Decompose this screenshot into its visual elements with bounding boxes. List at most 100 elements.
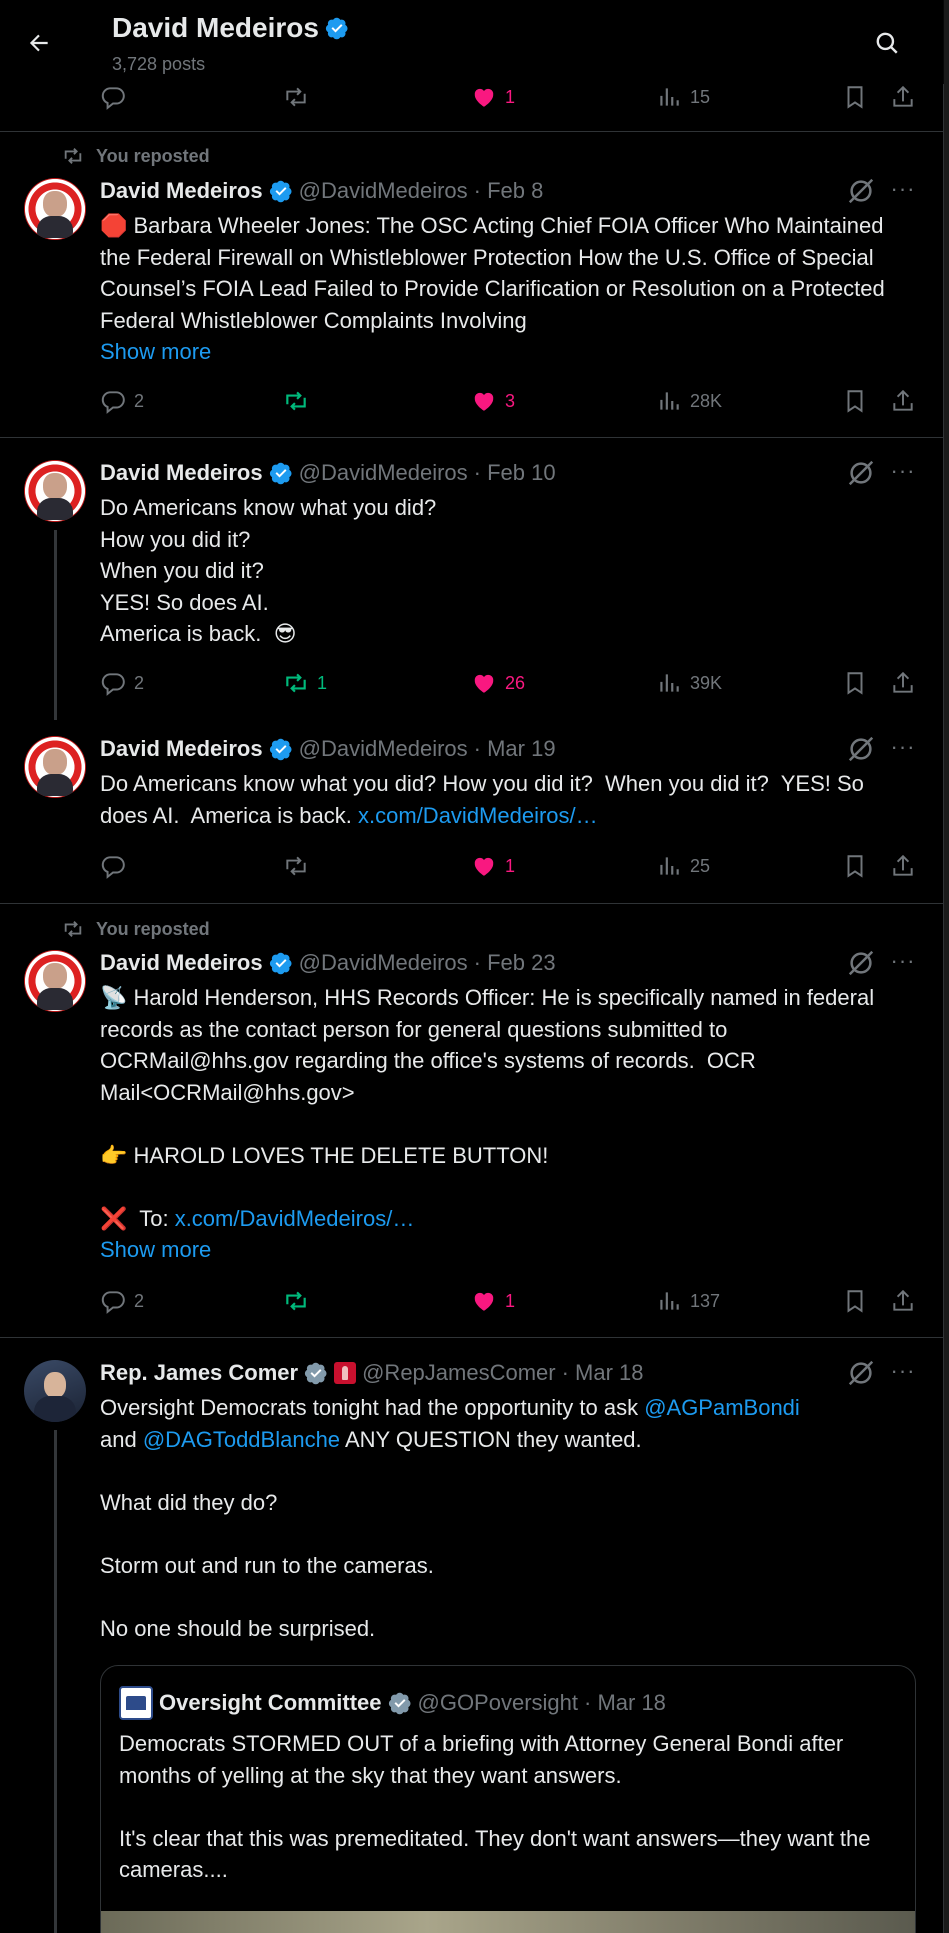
- more-options-icon[interactable]: ···: [888, 456, 918, 486]
- avatar[interactable]: [24, 950, 86, 1012]
- author-handle[interactable]: @DavidMedeiros: [299, 460, 468, 486]
- author-name[interactable]: David Medeiros: [100, 950, 263, 976]
- repost-icon: [286, 856, 306, 876]
- post-date[interactable]: · Feb 23: [474, 950, 556, 976]
- bookmark-button[interactable]: [842, 1288, 868, 1314]
- back-button[interactable]: [18, 22, 60, 64]
- share-icon: [893, 1289, 913, 1311]
- share-button[interactable]: [890, 1288, 916, 1314]
- posts-count: 3,728 posts: [112, 54, 206, 74]
- reply-button[interactable]: 2: [100, 670, 144, 696]
- mention-link[interactable]: @DAGToddBlanche: [143, 1427, 340, 1452]
- mention-link[interactable]: @AGPamBondi: [644, 1395, 800, 1420]
- share-icon: [893, 671, 913, 693]
- post-link[interactable]: x.com/DavidMedeiros/…: [175, 1206, 415, 1231]
- repost-button[interactable]: [283, 388, 317, 414]
- bookmark-icon: [847, 86, 863, 109]
- like-button[interactable]: 1: [471, 853, 515, 879]
- verified-badge-icon: [269, 738, 292, 761]
- more-options-icon[interactable]: ···: [888, 946, 918, 976]
- avatar[interactable]: [24, 1360, 86, 1422]
- action-bar: 2 1 26 39K: [100, 670, 920, 700]
- scrollbar[interactable]: [944, 0, 949, 1933]
- share-button[interactable]: [890, 388, 916, 414]
- like-button[interactable]: 3: [471, 388, 515, 414]
- like-button[interactable]: 26: [471, 670, 525, 696]
- author-handle[interactable]: @RepJamesComer: [362, 1360, 556, 1386]
- post-card[interactable]: You reposted David Medeiros @DavidMedeir…: [0, 132, 944, 438]
- search-button[interactable]: [866, 22, 908, 64]
- post-card[interactable]: David Medeiros @DavidMedeiros · Feb 10 ·…: [0, 438, 944, 720]
- post-date[interactable]: · Mar 19: [474, 736, 556, 762]
- repost-icon: [64, 921, 82, 937]
- repost-label: You reposted: [96, 918, 210, 939]
- author-handle[interactable]: @DavidMedeiros: [299, 950, 468, 976]
- post-text: 📡 Harold Henderson, HHS Records Officer:…: [100, 982, 915, 1266]
- bookmark-button[interactable]: [842, 84, 868, 110]
- like-count: 1: [505, 855, 516, 876]
- bookmark-button[interactable]: [842, 670, 868, 696]
- avatar[interactable]: [24, 178, 86, 240]
- views-button[interactable]: 25: [656, 853, 710, 879]
- share-button[interactable]: [890, 670, 916, 696]
- views-button[interactable]: 137: [656, 1288, 720, 1314]
- share-icon: [893, 389, 913, 411]
- author-name[interactable]: David Medeiros: [100, 178, 263, 204]
- avatar[interactable]: [24, 736, 86, 798]
- reply-button[interactable]: [100, 84, 134, 110]
- grok-icon[interactable]: [846, 1358, 876, 1388]
- post-header: David Medeiros @DavidMedeiros · Feb 10: [100, 460, 556, 486]
- post-date[interactable]: · Feb 10: [474, 460, 556, 486]
- author-handle[interactable]: @DavidMedeiros: [299, 178, 468, 204]
- repost-button[interactable]: [283, 1288, 317, 1314]
- post-date[interactable]: · Feb 8: [474, 178, 544, 204]
- share-button[interactable]: [890, 853, 916, 879]
- views-button[interactable]: 39K: [656, 670, 722, 696]
- reply-button[interactable]: 2: [100, 388, 144, 414]
- share-button[interactable]: [890, 84, 916, 110]
- more-options-icon[interactable]: ···: [888, 1356, 918, 1386]
- show-more-link[interactable]: Show more: [100, 339, 211, 364]
- views-count: 137: [690, 1290, 721, 1311]
- bookmark-button[interactable]: [842, 388, 868, 414]
- post-date[interactable]: · Mar 18: [562, 1360, 644, 1386]
- grok-icon[interactable]: [846, 948, 876, 978]
- post-body: 🛑 Barbara Wheeler Jones: The OSC Acting …: [100, 213, 891, 333]
- author-name[interactable]: David Medeiros: [100, 460, 263, 486]
- author-name[interactable]: Rep. James Comer: [100, 1360, 298, 1386]
- repost-button[interactable]: 1: [283, 670, 327, 696]
- heart-icon: [474, 857, 494, 876]
- bookmark-icon: [847, 390, 863, 413]
- views-count: 28K: [690, 390, 723, 411]
- post-link[interactable]: x.com/DavidMedeiros/…: [358, 803, 598, 828]
- repost-button[interactable]: [283, 84, 317, 110]
- post-body: 📡 Harold Henderson, HHS Records Officer:…: [100, 985, 875, 1231]
- bookmark-button[interactable]: [842, 853, 868, 879]
- avatar[interactable]: [24, 460, 86, 522]
- quote-media[interactable]: [101, 1911, 915, 1933]
- grok-icon[interactable]: [846, 734, 876, 764]
- repost-button[interactable]: [283, 853, 317, 879]
- post-card[interactable]: David Medeiros @DavidMedeiros · Mar 19 ·…: [0, 716, 944, 904]
- show-more-link[interactable]: Show more: [100, 1237, 211, 1262]
- grok-icon[interactable]: [846, 458, 876, 488]
- action-bar: 1 25: [100, 853, 920, 883]
- more-options-icon[interactable]: ···: [888, 174, 918, 204]
- author-handle[interactable]: @DavidMedeiros: [299, 736, 468, 762]
- reply-button[interactable]: [100, 853, 134, 879]
- post-text: Oversight Democrats tonight had the oppo…: [100, 1392, 915, 1644]
- reply-button[interactable]: 2: [100, 1288, 144, 1314]
- quoted-post[interactable]: Oversight Committee @GOPoversight · Mar …: [100, 1665, 916, 1933]
- repost-icon: [64, 148, 82, 164]
- more-options-icon[interactable]: ···: [888, 732, 918, 762]
- like-button[interactable]: 1: [471, 84, 515, 110]
- quote-text: Democrats STORMED OUT of a briefing with…: [119, 1731, 871, 1882]
- views-button[interactable]: 28K: [656, 388, 722, 414]
- like-button[interactable]: 1: [471, 1288, 515, 1314]
- reply-icon: [101, 391, 125, 414]
- views-button[interactable]: 15: [656, 84, 710, 110]
- post-card[interactable]: You reposted David Medeiros @DavidMedeir…: [0, 904, 944, 1338]
- grok-icon[interactable]: [846, 176, 876, 206]
- author-name[interactable]: David Medeiros: [100, 736, 263, 762]
- views-icon: [660, 392, 679, 410]
